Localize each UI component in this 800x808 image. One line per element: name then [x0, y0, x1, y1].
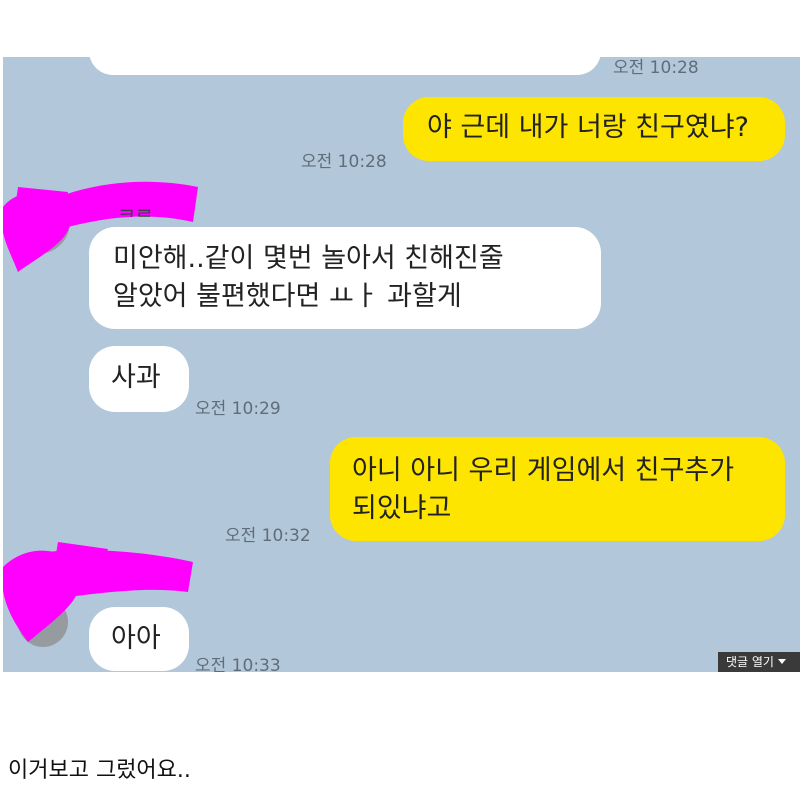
message-text: 사과 [111, 362, 161, 393]
message-line: 아니 아니 우리 게임에서 친구추가 [352, 455, 735, 486]
message-timestamp: 오전 10:32 [225, 526, 311, 546]
cut-off-message-bubble [89, 57, 601, 75]
outgoing-message-bubble: 야 근데 내가 너랑 친구였냐? [403, 97, 785, 161]
expand-comments-button[interactable]: 댓글 열기 [718, 652, 800, 672]
message-text: 아아 [111, 623, 161, 654]
chat-screenshot: 오전 10:28 야 근데 내가 너랑 친구였냐? 오전 10:28 ᄏᄅ 미안… [3, 57, 800, 672]
outgoing-message-bubble: 아니 아니 우리 게임에서 친구추가 되있냐고 [330, 437, 785, 541]
message-text: 야 근데 내가 너랑 친구였냐? [427, 112, 749, 143]
message-timestamp: 오전 10:28 [301, 152, 387, 172]
message-timestamp: 오전 10:29 [195, 399, 281, 419]
caret-down-icon [777, 659, 786, 664]
expand-comments-label: 댓글 열기 [726, 655, 774, 669]
incoming-message-bubble: 사과 [89, 346, 189, 412]
message-line: 미안해..같이 몇번 놀아서 친해진줄 [113, 243, 504, 274]
incoming-message-bubble: 아아 [89, 607, 189, 671]
incoming-message-bubble: 미안해..같이 몇번 놀아서 친해진줄 알았어 불편했다면 ㅛㅏ 과할게 [89, 227, 601, 329]
sender-name: ᄏᄅ [118, 207, 153, 229]
message-line: 알았어 불편했다면 ㅛㅏ 과할게 [113, 281, 462, 312]
message-line: 되있냐고 [352, 493, 452, 524]
message-timestamp: 오전 10:33 [195, 656, 281, 672]
post-caption: 이거보고 그렀어요.. [8, 758, 191, 783]
message-timestamp: 오전 10:28 [613, 58, 699, 78]
